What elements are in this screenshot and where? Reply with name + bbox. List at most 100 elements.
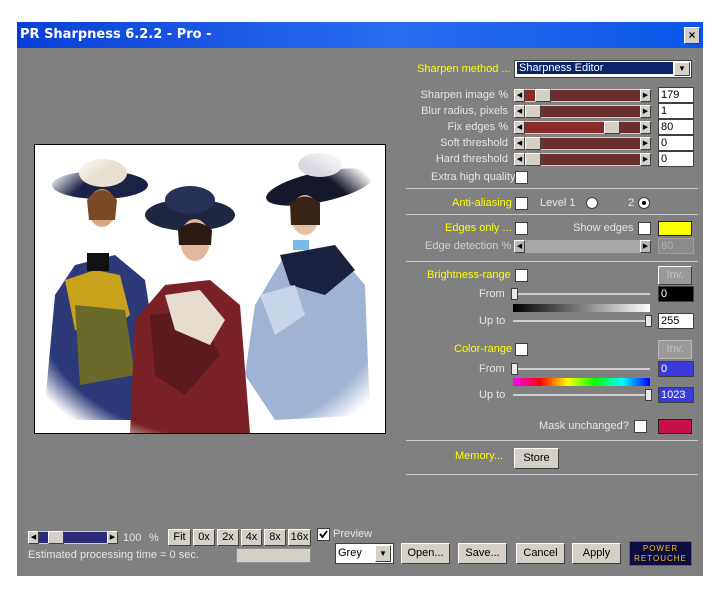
- level1-radio[interactable]: [586, 197, 598, 209]
- logo-line2: RETOUCHE: [634, 554, 687, 563]
- mask-unchanged-checkbox[interactable]: [634, 420, 647, 433]
- arrow-left-icon[interactable]: ◀: [514, 137, 525, 150]
- brightness-upto-handle[interactable]: [645, 315, 652, 327]
- zoom-thumb[interactable]: [48, 531, 64, 544]
- arrow-right-icon[interactable]: ▶: [640, 240, 651, 253]
- slider-value[interactable]: 80: [658, 119, 694, 135]
- color-upto-value[interactable]: 1023: [658, 387, 694, 403]
- arrow-left-icon[interactable]: ◀: [514, 240, 525, 253]
- sharpen-method-select[interactable]: Sharpness Editor ▼: [514, 60, 692, 78]
- level2-radio[interactable]: [638, 197, 650, 209]
- level2-label: 2: [628, 197, 635, 209]
- brightness-from-label: From: [479, 288, 505, 300]
- arrow-left-icon[interactable]: ◀: [514, 153, 525, 166]
- zoom-value: 100: [123, 532, 142, 544]
- logo-line1: POWER: [642, 544, 679, 553]
- progress-bar: [236, 548, 311, 563]
- brightness-invert-button[interactable]: Inv.: [658, 266, 692, 285]
- apply-button[interactable]: Apply: [572, 543, 621, 564]
- edges-only-label: Edges only ...: [445, 222, 512, 234]
- color-spectrum: [513, 378, 650, 386]
- slider-fill: [525, 90, 535, 101]
- slider-2[interactable]: ◀ ▶: [514, 121, 651, 134]
- arrow-right-icon[interactable]: ▶: [107, 531, 118, 544]
- edge-color-swatch[interactable]: [658, 221, 692, 236]
- slider-3[interactable]: ◀ ▶: [514, 137, 651, 150]
- color-range-label: Color-range: [454, 343, 513, 355]
- divider: [406, 261, 698, 262]
- chevron-down-icon[interactable]: ▼: [375, 545, 391, 562]
- arrow-left-icon[interactable]: ◀: [28, 531, 39, 544]
- arrow-left-icon[interactable]: ◀: [514, 121, 525, 134]
- arrow-right-icon[interactable]: ▶: [640, 121, 651, 134]
- edges-only-checkbox[interactable]: [515, 222, 528, 235]
- brightness-upto-track: [513, 320, 650, 322]
- zoom-button[interactable]: 8x: [264, 529, 286, 546]
- brightness-from-value[interactable]: 0: [658, 286, 694, 302]
- color-from-value[interactable]: 0: [658, 361, 694, 377]
- preview-image[interactable]: [34, 144, 386, 434]
- arrow-right-icon[interactable]: ▶: [640, 137, 651, 150]
- color-range-checkbox[interactable]: [515, 343, 528, 356]
- extra-quality-checkbox[interactable]: [515, 171, 528, 184]
- slider-value[interactable]: 1: [658, 103, 694, 119]
- open-button[interactable]: Open...: [401, 543, 450, 564]
- arrow-right-icon[interactable]: ▶: [640, 153, 651, 166]
- slider-4[interactable]: ◀ ▶: [514, 153, 651, 166]
- mask-unchanged-label: Mask unchanged?: [539, 420, 629, 432]
- edge-detection-value[interactable]: 80: [658, 238, 694, 254]
- brightness-upto-label: Up to: [479, 315, 506, 327]
- zoom-slider[interactable]: ◀ ▶: [28, 531, 118, 544]
- zoom-button[interactable]: Fit: [168, 529, 191, 546]
- color-from-label: From: [479, 363, 505, 375]
- slider-rest: [551, 90, 640, 101]
- preview-checkbox[interactable]: [317, 528, 330, 541]
- color-upto-handle[interactable]: [645, 389, 652, 401]
- slider-thumb[interactable]: [525, 137, 541, 150]
- brightness-upto-value[interactable]: 255: [658, 313, 694, 329]
- arrow-left-icon[interactable]: ◀: [514, 105, 525, 118]
- chevron-down-icon[interactable]: ▼: [674, 62, 690, 76]
- slider-0[interactable]: ◀ ▶: [514, 89, 651, 102]
- slider-thumb[interactable]: [535, 89, 551, 102]
- slider-thumb[interactable]: [525, 153, 541, 166]
- slider-1[interactable]: ◀ ▶: [514, 105, 651, 118]
- slider-value[interactable]: 0: [658, 135, 694, 151]
- zoom-button[interactable]: 16x: [288, 529, 311, 546]
- brightness-gradient: [513, 304, 650, 312]
- slider-label: Blur radius, pixels: [421, 105, 508, 117]
- color-from-handle[interactable]: [511, 363, 518, 375]
- zoom-button[interactable]: 4x: [241, 529, 262, 546]
- save-button[interactable]: Save...: [458, 543, 507, 564]
- sharpen-method-value: Sharpness Editor: [517, 62, 673, 74]
- power-retouche-logo[interactable]: POWER RETOUCHE: [629, 541, 692, 566]
- antialias-checkbox[interactable]: [515, 197, 528, 210]
- zoom-button[interactable]: 0x: [193, 529, 215, 546]
- slider-rest: [541, 138, 640, 149]
- close-button[interactable]: ×: [684, 27, 700, 44]
- slider-thumb[interactable]: [604, 121, 620, 134]
- show-edges-checkbox[interactable]: [638, 222, 651, 235]
- slider-value[interactable]: 0: [658, 151, 694, 167]
- edge-detection-slider[interactable]: ◀ ▶: [514, 240, 651, 253]
- brightness-from-handle[interactable]: [511, 288, 518, 300]
- show-edges-label: Show edges: [573, 222, 634, 234]
- title-bar[interactable]: PR Sharpness 6.2.2 - Pro - ×: [17, 22, 703, 48]
- store-button[interactable]: Store: [514, 448, 559, 469]
- arrow-right-icon[interactable]: ▶: [640, 105, 651, 118]
- zoom-button[interactable]: 2x: [217, 529, 239, 546]
- color-invert-button[interactable]: Inv.: [658, 340, 692, 359]
- brightness-range-checkbox[interactable]: [515, 269, 528, 282]
- color-from-track: [513, 368, 650, 370]
- divider: [406, 440, 698, 441]
- cancel-button[interactable]: Cancel: [516, 543, 565, 564]
- mask-color-swatch[interactable]: [658, 419, 692, 434]
- slider-thumb[interactable]: [525, 105, 541, 118]
- slider-label: Sharpen image %: [420, 89, 508, 101]
- mode-value: Grey: [338, 547, 362, 559]
- arrow-left-icon[interactable]: ◀: [514, 89, 525, 102]
- mode-select[interactable]: Grey ▼: [335, 543, 394, 564]
- slider-value[interactable]: 179: [658, 87, 694, 103]
- brightness-range-label: Brightness-range: [427, 269, 511, 281]
- arrow-right-icon[interactable]: ▶: [640, 89, 651, 102]
